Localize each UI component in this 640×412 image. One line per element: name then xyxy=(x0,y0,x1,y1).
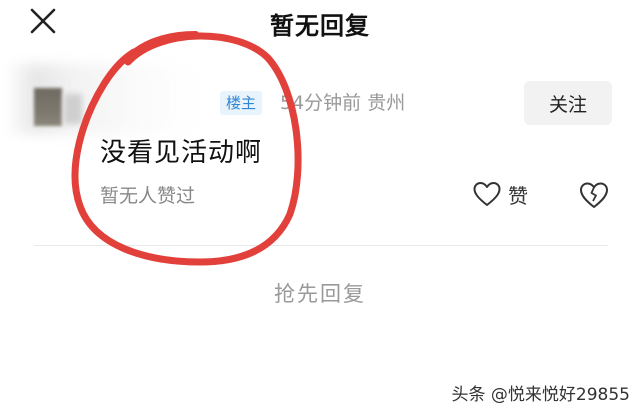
heart-outline-icon xyxy=(473,182,501,206)
dislike-button[interactable] xyxy=(578,180,610,210)
first-reply-button[interactable]: 抢先回复 xyxy=(0,278,640,308)
avatar-blur-edge xyxy=(64,94,82,124)
like-label: 赞 xyxy=(508,183,528,208)
like-button[interactable]: 赞 xyxy=(472,178,528,210)
page-title: 暂无回复 xyxy=(270,12,370,40)
divider xyxy=(34,245,608,246)
comment-time-location: 54分钟前 贵州 xyxy=(280,92,406,114)
author-badge: 楼主 xyxy=(220,91,263,115)
broken-heart-icon xyxy=(580,182,608,208)
follow-button[interactable]: 关注 xyxy=(524,81,612,125)
red-annotation-circle xyxy=(71,31,302,266)
like-status-text: 暂无人赞过 xyxy=(100,185,196,207)
comment-text: 没看见活动啊 xyxy=(100,138,263,168)
avatar[interactable] xyxy=(34,88,62,126)
watermark: 头条 @悦来悦好29855 xyxy=(451,380,630,405)
